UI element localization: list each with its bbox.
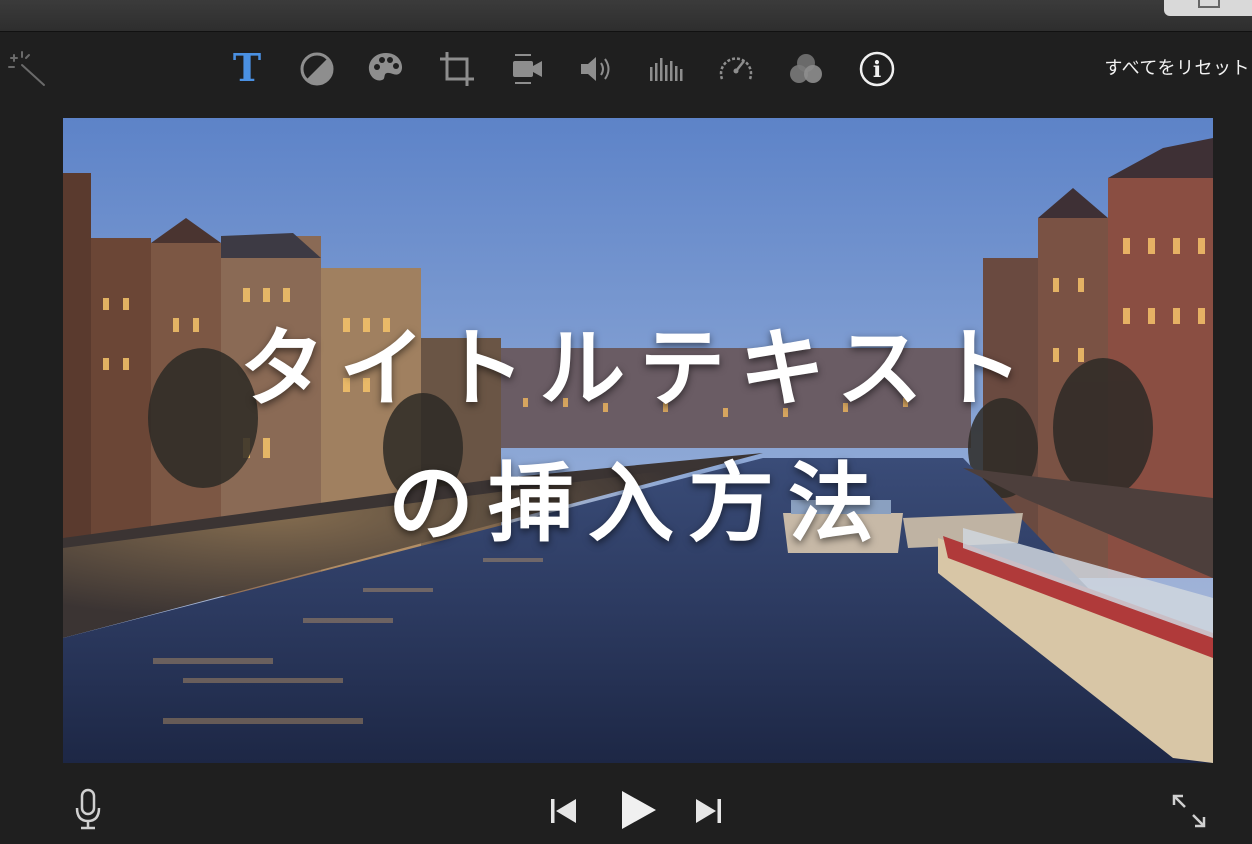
title-text-line-2[interactable]: の挿入方法 [63,433,1213,558]
microphone-icon[interactable] [72,788,104,836]
adjustment-toolbar: T i すべてをリセット [0,32,1252,108]
fullscreen-expand-icon[interactable] [1170,792,1208,834]
magic-wand-icon[interactable] [6,49,46,89]
reset-all-button[interactable]: すべてをリセット [1104,54,1250,80]
skip-forward-icon[interactable] [694,796,724,830]
video-preview: タイトルテキスト の挿入方法 [63,118,1213,763]
playback-controls [0,764,1252,844]
svg-text:i: i [873,57,881,83]
color-correction-palette-icon[interactable] [366,49,406,89]
crop-icon[interactable] [437,49,477,89]
skip-back-icon[interactable] [548,796,578,830]
window-square-icon [1198,0,1220,8]
color-balance-icon[interactable] [297,49,337,89]
svg-text:T: T [233,49,261,89]
equalizer-icon[interactable] [646,49,686,89]
title-text-line-1[interactable]: タイトルテキスト [63,298,1213,423]
info-icon[interactable]: i [857,49,897,89]
window-title-bar [0,0,1252,32]
stabilization-camera-icon[interactable] [507,49,547,89]
window-control-button[interactable] [1164,0,1252,16]
clip-filter-icon[interactable] [786,49,826,89]
play-icon[interactable] [616,788,660,836]
title-text-icon[interactable]: T [227,49,267,89]
speed-gauge-icon[interactable] [716,49,756,89]
volume-icon[interactable] [577,49,617,89]
